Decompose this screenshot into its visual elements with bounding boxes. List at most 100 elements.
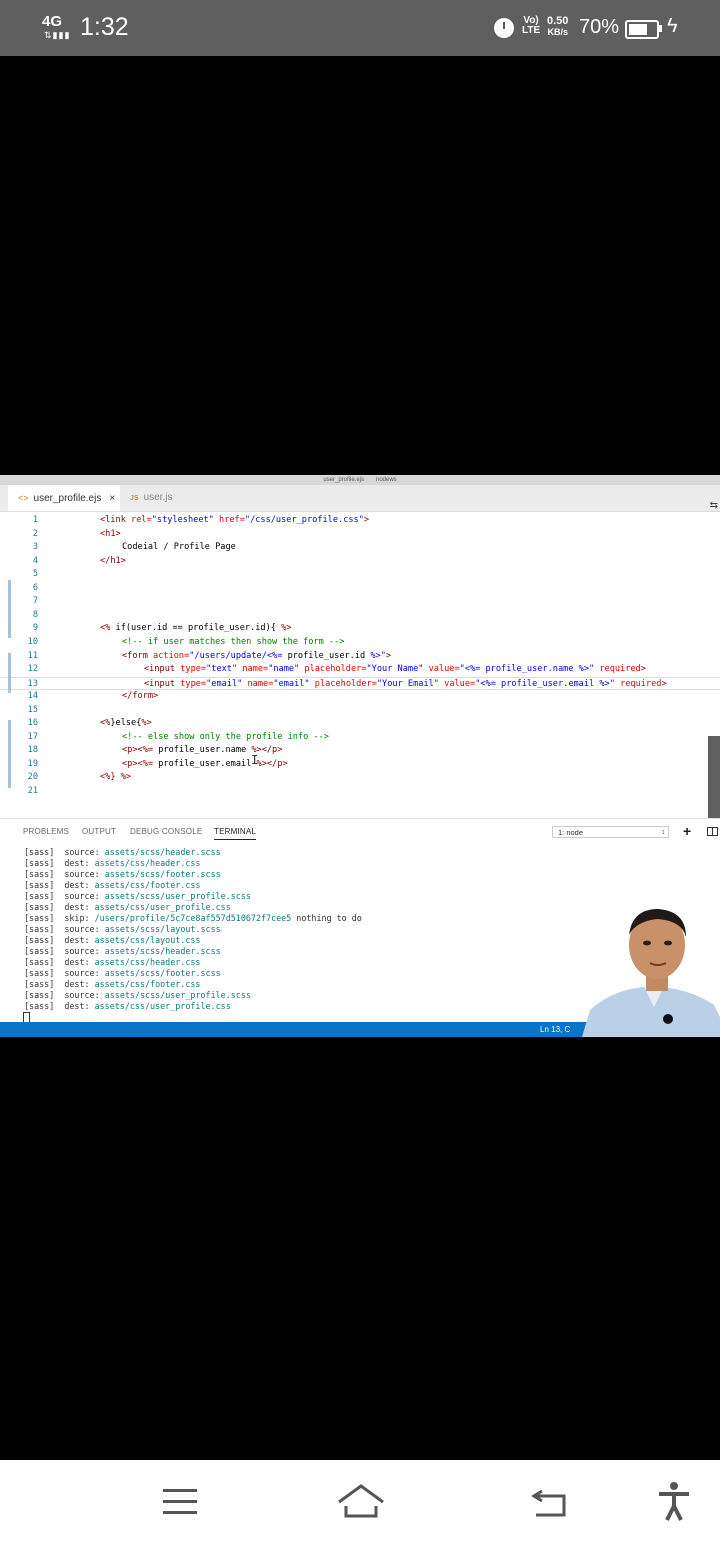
- code-line[interactable]: 6: [0, 582, 720, 596]
- code-line[interactable]: 12 <input type="text" name="name" placeho…: [0, 663, 720, 677]
- code-text: <form action="/users/update/<%= profile_…: [122, 650, 392, 661]
- terminal-select[interactable]: 1: node: [552, 826, 669, 839]
- code-line[interactable]: 3 Codeial / Profile Page: [0, 541, 720, 555]
- network-type: 4G: [42, 13, 63, 30]
- line-number: 3: [32, 542, 38, 553]
- line-number: 13: [27, 678, 38, 689]
- code-text: </form>: [122, 691, 159, 702]
- video-frame[interactable]: user_profile.ejs nodews <> user_profile.ej…: [0, 475, 720, 1037]
- code-line[interactable]: 11 <form action="/users/update/<%= profil…: [0, 650, 720, 664]
- line-number: 5: [32, 569, 38, 580]
- presenter-eye: [664, 940, 672, 946]
- terminal-line: [sass] dest: assets/css/footer.css: [24, 880, 201, 890]
- code-editor[interactable]: 1 <link rel="stylesheet" href="/css/user_…: [0, 512, 720, 846]
- code-line[interactable]: 7: [0, 595, 720, 609]
- tab-user-profile-ejs[interactable]: <> user_profile.ejs ×: [8, 485, 120, 511]
- code-line[interactable]: 17 <!-- else show only the profile info -…: [0, 731, 720, 745]
- line-number: 16: [27, 718, 38, 729]
- line-number: 8: [32, 609, 38, 620]
- line-number: 12: [27, 664, 38, 675]
- code-line[interactable]: 14 </form>: [0, 690, 720, 704]
- tab-label: user.js: [143, 492, 173, 503]
- code-line[interactable]: 9 <% if(user.id == profile_user.id){ %>: [0, 622, 720, 636]
- presenter-video: [582, 909, 720, 1037]
- battery-percent: 70%: [579, 16, 620, 38]
- line-number: 6: [32, 582, 38, 593]
- line-number: 10: [27, 636, 38, 647]
- tab-output[interactable]: OUTPUT: [82, 827, 116, 836]
- tab-label: user_profile.ejs: [33, 493, 102, 504]
- code-text: <link rel="stylesheet" href="/css/user_p…: [100, 515, 370, 525]
- window-title: user_profile.ejs: [323, 477, 364, 483]
- tab-problems[interactable]: PROBLEMS: [23, 827, 69, 836]
- alarm-icon: [494, 18, 514, 38]
- code-text: <%} %>: [100, 772, 132, 783]
- code-line[interactable]: 10 <!-- if user matches then show the for…: [0, 636, 720, 650]
- code-line[interactable]: 15: [0, 704, 720, 718]
- code-line[interactable]: 20 <%} %>: [0, 771, 720, 785]
- line-number: 18: [27, 745, 38, 756]
- close-icon[interactable]: ×: [109, 493, 115, 504]
- code-text: <!-- if user matches then show the form …: [122, 636, 345, 647]
- gutter-change-marker: [8, 720, 11, 788]
- gutter-change-marker: [8, 653, 11, 693]
- code-text: <%}else{%>: [100, 718, 152, 729]
- battery-fill: [629, 24, 648, 35]
- gutter-change-marker: [8, 580, 11, 638]
- tab-terminal[interactable]: TERMINAL: [214, 827, 257, 840]
- volte-indicator: Vo) LTE: [522, 15, 541, 36]
- code-line[interactable]: 21: [0, 785, 720, 799]
- code-text: <input type="text" name="name" placehold…: [144, 664, 646, 675]
- terminal-line: [sass] dest: assets/css/user_profile.css: [24, 1001, 231, 1011]
- tab-debug-console[interactable]: DEBUG CONSOLE: [130, 827, 202, 836]
- back-icon[interactable]: [530, 1488, 568, 1518]
- battery-icon: [625, 20, 659, 39]
- code-line[interactable]: 19 <p><%= profile_user.email %></p>: [0, 758, 720, 772]
- code-text: <h1>: [100, 528, 121, 539]
- status-bar: 4G ⇅▮▮▮ 1:32 Vo) LTE 0.50 KB/s 70% ϟ: [0, 0, 720, 56]
- line-number: 11: [27, 650, 38, 661]
- terminal-line: [sass] dest: assets/css/header.css: [24, 957, 201, 967]
- code-text: Codeial / Profile Page: [122, 542, 236, 553]
- cursor-position[interactable]: Ln 13, C: [540, 1022, 570, 1037]
- js-file-icon: JS: [130, 495, 139, 502]
- line-number: 20: [27, 772, 38, 783]
- window-subtitle: nodews: [376, 477, 397, 483]
- split-editor-icon[interactable]: ⇆: [710, 500, 718, 511]
- clock: 1:32: [80, 13, 129, 41]
- html-file-icon: <>: [18, 493, 29, 503]
- charging-icon: ϟ: [667, 15, 678, 37]
- code-text: <input type="email" name="email" placeho…: [144, 678, 667, 689]
- line-number: 14: [27, 691, 38, 702]
- code-line[interactable]: 16 <%}else{%>: [0, 717, 720, 731]
- line-number: 17: [27, 731, 38, 742]
- terminal-line: [sass] dest: assets/css/footer.css: [24, 979, 201, 989]
- code-line[interactable]: 8: [0, 609, 720, 623]
- code-line[interactable]: 18 <p><%= profile_user.name %></p>: [0, 744, 720, 758]
- code-line[interactable]: 13 <input type="email" name="email" place…: [0, 676, 720, 691]
- terminal-line: [sass] source: assets/scss/footer.scss: [24, 968, 221, 978]
- terminal-line: [sass] source: assets/scss/footer.scss: [24, 869, 221, 879]
- code-line[interactable]: 2 <h1>: [0, 528, 720, 542]
- menu-icon[interactable]: [163, 1489, 197, 1515]
- battery-tip: [659, 25, 662, 32]
- line-number: 7: [32, 596, 38, 607]
- signal-icon: ⇅▮▮▮: [44, 30, 71, 40]
- split-terminal-icon[interactable]: [707, 827, 718, 836]
- code-line[interactable]: 4 </h1>: [0, 555, 720, 569]
- microphone-icon: [663, 1014, 673, 1024]
- text-cursor-icon: I: [251, 753, 259, 767]
- terminal-line: [sass] source: assets/scss/layout.scss: [24, 924, 221, 934]
- code-text: <% if(user.id == profile_user.id){ %>: [100, 623, 292, 634]
- line-number: 4: [32, 555, 38, 566]
- line-number: 9: [32, 623, 38, 634]
- network-speed: 0.50 KB/s: [547, 15, 569, 38]
- accessibility-icon[interactable]: [657, 1482, 691, 1522]
- navigation-bar: [0, 1460, 720, 1544]
- code-line[interactable]: 1 <link rel="stylesheet" href="/css/user_…: [0, 514, 720, 528]
- add-terminal-icon[interactable]: +: [683, 823, 691, 839]
- presenter-eye: [643, 940, 651, 946]
- home-icon[interactable]: [337, 1482, 385, 1518]
- tab-user-js[interactable]: JS user.js: [122, 485, 202, 511]
- code-line[interactable]: 5: [0, 568, 720, 582]
